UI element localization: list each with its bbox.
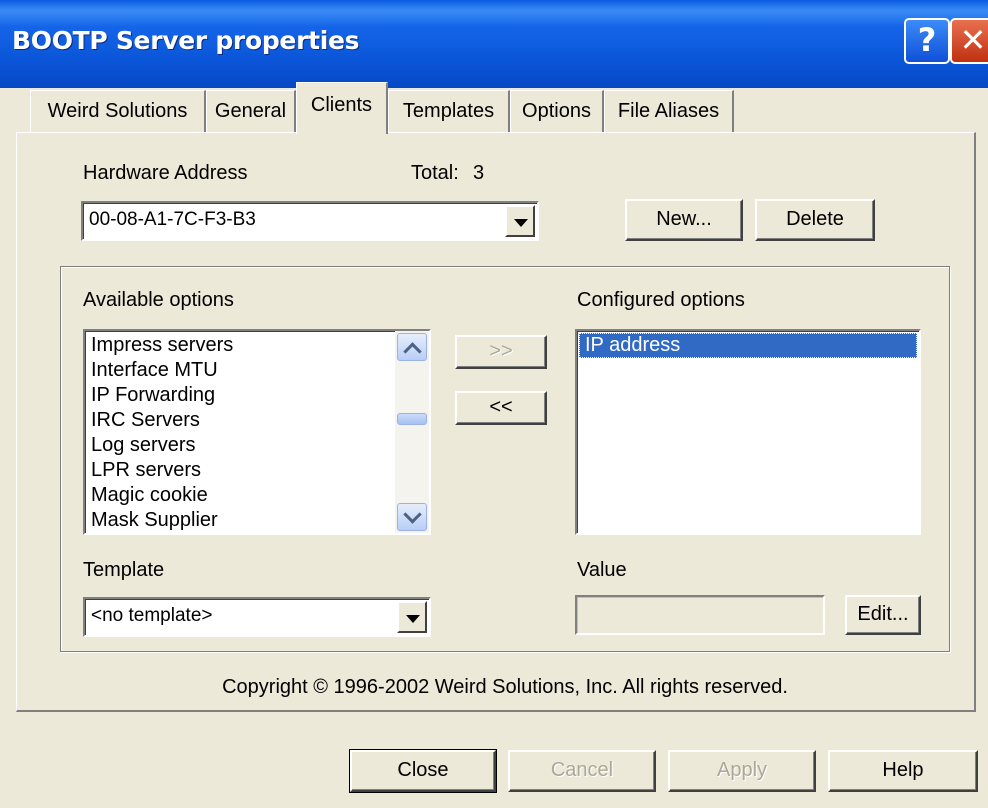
tab-weird-solutions[interactable]: Weird Solutions [30, 90, 206, 132]
template-label: Template [83, 559, 165, 581]
title-bar[interactable]: BOOTP Server properties ? ✕ [0, 0, 988, 88]
list-item[interactable]: Impress servers [85, 333, 395, 358]
configured-options-label: Configured options [577, 289, 745, 311]
tab-templates[interactable]: Templates [388, 90, 510, 132]
configured-options-items: IP address [579, 333, 917, 358]
new-button[interactable]: New... [625, 199, 743, 241]
template-value: <no template> [91, 605, 213, 626]
value-field[interactable] [575, 595, 825, 635]
close-button[interactable]: Close [349, 749, 497, 793]
list-item[interactable]: LPR servers [85, 458, 395, 483]
list-item[interactable]: Mask Supplier [85, 508, 395, 533]
scroll-up-icon[interactable] [397, 333, 427, 361]
value-label: Value [577, 559, 627, 581]
total-count: 3 [473, 162, 485, 184]
help-icon[interactable]: ? [904, 18, 950, 64]
window-title: BOOTP Server properties [12, 26, 360, 55]
hardware-address-label: Hardware Address [83, 162, 248, 184]
add-option-button[interactable]: >> [455, 335, 547, 369]
available-options-items: Impress servers Interface MTU IP Forward… [85, 333, 395, 533]
help-button[interactable]: Help [828, 750, 978, 792]
list-item[interactable]: Interface MTU [85, 358, 395, 383]
chevron-down-icon[interactable] [505, 205, 535, 237]
total-label: Total: [411, 162, 459, 184]
available-options-list[interactable]: Impress servers Interface MTU IP Forward… [83, 329, 431, 535]
cancel-button[interactable]: Cancel [508, 750, 656, 792]
dialog-window: BOOTP Server properties ? ✕ Hardware Add… [0, 0, 988, 808]
edit-button[interactable]: Edit... [845, 595, 921, 635]
available-options-label: Available options [83, 289, 234, 311]
tab-strip: Weird Solutions General Clients Template… [0, 82, 988, 134]
list-item[interactable]: Log servers [85, 433, 395, 458]
chevron-down-icon[interactable] [397, 601, 427, 633]
apply-button[interactable]: Apply [668, 750, 816, 792]
list-item[interactable]: IP address [579, 333, 917, 358]
list-item[interactable]: IRC Servers [85, 408, 395, 433]
remove-option-button[interactable]: << [455, 391, 547, 425]
options-groupbox: Available options Configured options Imp… [60, 266, 950, 652]
vertical-scrollbar[interactable] [395, 331, 429, 533]
scroll-down-icon[interactable] [397, 503, 427, 531]
template-select[interactable]: <no template> [83, 597, 431, 637]
hardware-address-value: 00-08-A1-7C-F3-B3 [89, 209, 256, 230]
hardware-address-select[interactable]: 00-08-A1-7C-F3-B3 [81, 201, 539, 241]
tab-file-aliases[interactable]: File Aliases [604, 90, 734, 132]
copyright-text: Copyright © 1996-2002 Weird Solutions, I… [222, 676, 788, 698]
scroll-thumb[interactable] [397, 413, 427, 425]
delete-button[interactable]: Delete [755, 199, 875, 241]
tab-general[interactable]: General [206, 90, 296, 132]
tab-clients[interactable]: Clients [296, 82, 388, 134]
close-icon[interactable]: ✕ [950, 18, 988, 64]
list-item[interactable]: Magic cookie [85, 483, 395, 508]
tab-options[interactable]: Options [510, 90, 604, 132]
configured-options-list[interactable]: IP address [575, 329, 921, 535]
list-item[interactable]: IP Forwarding [85, 383, 395, 408]
